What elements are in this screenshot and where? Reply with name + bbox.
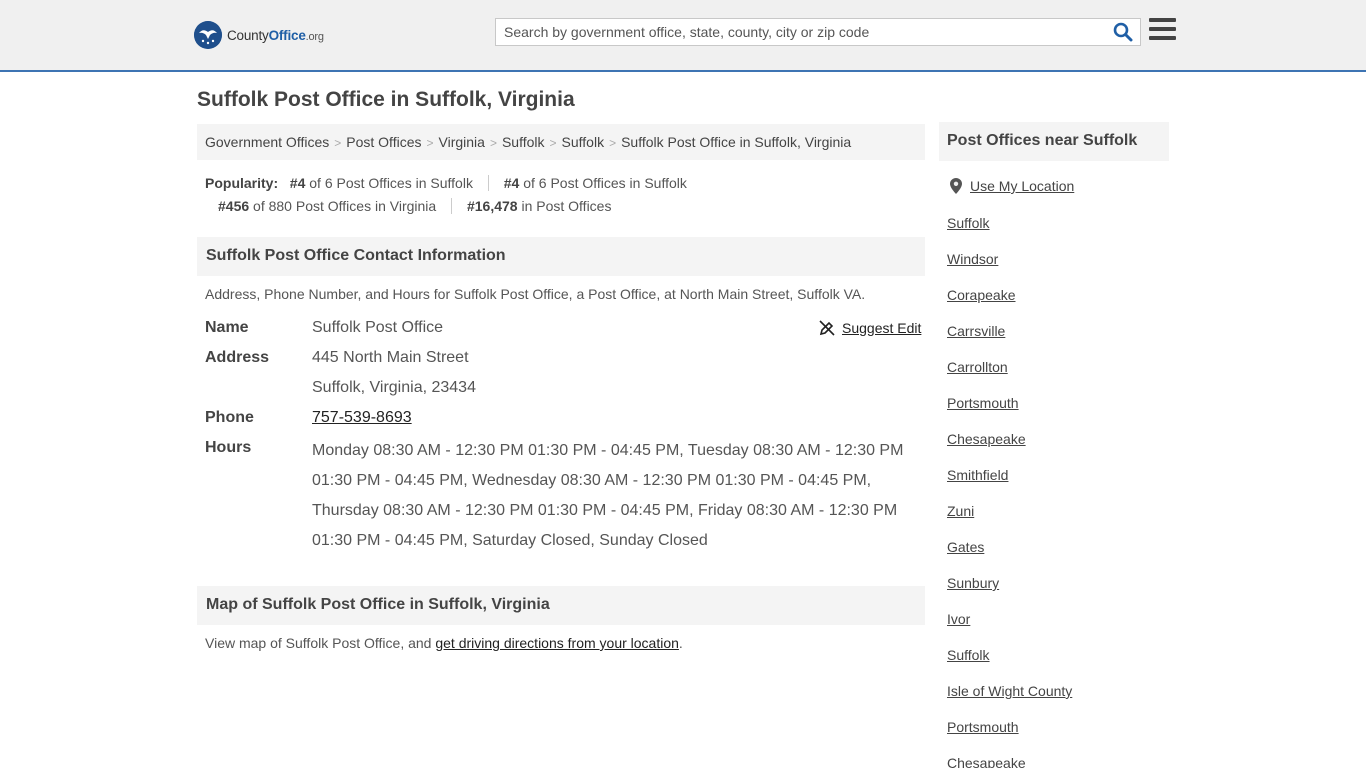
breadcrumb-post-offices[interactable]: Post Offices	[346, 134, 421, 150]
use-my-location[interactable]: Use My Location	[950, 178, 1074, 194]
nearby-link-carrsville[interactable]: Carrsville	[947, 323, 1005, 339]
popularity-label: Popularity:	[205, 175, 279, 191]
breadcrumb-suffolk-city[interactable]: Suffolk	[562, 134, 605, 150]
phone-label: Phone	[205, 409, 254, 426]
list-item: Portsmouth	[947, 392, 1072, 428]
search-box	[495, 18, 1141, 46]
list-item: Corapeake	[947, 284, 1072, 320]
logo-org: .org	[305, 30, 324, 43]
address-label: Address	[205, 349, 270, 366]
breadcrumb-government-offices[interactable]: Government Offices	[205, 134, 329, 150]
nearby-link-chesapeake-2[interactable]: Chesapeake	[947, 755, 1026, 768]
nearby-link-gates[interactable]: Gates	[947, 539, 984, 555]
breadcrumb-separator: >	[489, 136, 497, 150]
driving-directions-link[interactable]: get driving directions from your locatio…	[435, 635, 679, 651]
search-icon	[1113, 22, 1133, 42]
nearby-link-smithfield[interactable]: Smithfield	[947, 467, 1008, 483]
contact-description: Address, Phone Number, and Hours for Suf…	[205, 286, 866, 302]
logo-county: County	[227, 27, 269, 43]
logo-wordmark: CountyOffice.org	[227, 28, 324, 43]
nearby-link-carrollton[interactable]: Carrollton	[947, 359, 1008, 375]
list-item: Chesapeake	[947, 428, 1072, 464]
list-item: Ivor	[947, 608, 1072, 644]
nearby-link-ivor[interactable]: Ivor	[947, 611, 970, 627]
nearby-link-corapeake[interactable]: Corapeake	[947, 287, 1016, 303]
list-item: Portsmouth	[947, 716, 1072, 752]
name-label: Name	[205, 319, 249, 336]
list-item: Smithfield	[947, 464, 1072, 500]
phone-value: 757-539-8693	[312, 409, 412, 427]
nearby-link-suffolk[interactable]: Suffolk	[947, 215, 990, 231]
phone-link[interactable]: 757-539-8693	[312, 409, 412, 426]
contact-section-heading: Suffolk Post Office Contact Information	[197, 237, 925, 276]
popularity-text: of 880 Post Offices in Virginia	[249, 198, 437, 214]
popularity-rank: #456	[218, 198, 250, 214]
breadcrumb-virginia[interactable]: Virginia	[439, 134, 485, 150]
breadcrumb-separator: >	[609, 136, 617, 150]
nearby-link-portsmouth-2[interactable]: Portsmouth	[947, 719, 1019, 735]
map-description: View map of Suffolk Post Office, and get…	[205, 635, 683, 651]
nearby-link-windsor[interactable]: Windsor	[947, 251, 998, 267]
list-item: Suffolk	[947, 212, 1072, 248]
popularity-divider	[487, 175, 489, 191]
address-line2: Suffolk, Virginia, 23434	[312, 379, 476, 396]
map-text-after: .	[678, 635, 683, 651]
breadcrumb-separator: >	[549, 136, 557, 150]
search-button[interactable]	[1112, 22, 1134, 42]
popularity-row: #456 of 880 Post Offices in Virginia #16…	[205, 195, 925, 218]
page-title: Suffolk Post Office in Suffolk, Virginia	[197, 88, 575, 111]
nearby-post-offices-list: Suffolk Windsor Corapeake Carrsville Car…	[947, 212, 1072, 768]
nearby-link-chesapeake[interactable]: Chesapeake	[947, 431, 1026, 447]
popularity-divider	[451, 198, 453, 214]
search-input[interactable]	[496, 19, 1106, 45]
list-item: Suffolk	[947, 644, 1072, 680]
list-item: Gates	[947, 536, 1072, 572]
nearby-link-portsmouth[interactable]: Portsmouth	[947, 395, 1019, 411]
hours-label: Hours	[205, 439, 252, 456]
list-item: Zuni	[947, 500, 1072, 536]
popularity-rank: #16,478	[466, 198, 518, 214]
list-item: Carrsville	[947, 320, 1072, 356]
hours-value: Monday 08:30 AM - 12:30 PM 01:30 PM - 04…	[312, 442, 904, 549]
hamburger-menu-icon[interactable]	[1149, 18, 1176, 42]
nearby-link-sunbury[interactable]: Sunbury	[947, 575, 999, 591]
popularity-block: Popularity: #4 of 6 Post Offices in Suff…	[205, 172, 925, 218]
list-item: Isle of Wight County	[947, 680, 1072, 716]
list-item: Sunbury	[947, 572, 1072, 608]
map-section-heading: Map of Suffolk Post Office in Suffolk, V…	[197, 586, 925, 625]
nearby-link-suffolk-2[interactable]: Suffolk	[947, 647, 990, 663]
suggest-edit-icon	[819, 320, 835, 336]
suggest-edit-link[interactable]: Suggest Edit	[842, 320, 921, 336]
logo-office: Office	[268, 27, 306, 43]
nearby-link-isle-of-wight[interactable]: Isle of Wight County	[947, 683, 1072, 699]
popularity-rank: #4	[289, 175, 306, 191]
popularity-row: Popularity: #4 of 6 Post Offices in Suff…	[205, 172, 925, 195]
breadcrumb: Government Offices > Post Offices > Virginia…	[197, 124, 925, 160]
address-line1: 445 North Main Street	[312, 349, 469, 366]
list-item: Chesapeake	[947, 752, 1072, 768]
seal-logo-icon	[194, 21, 222, 49]
popularity-text: in Post Offices	[517, 198, 612, 214]
breadcrumb-separator: >	[426, 136, 434, 150]
sidebar-heading: Post Offices near Suffolk	[939, 122, 1169, 161]
suggest-edit[interactable]: Suggest Edit	[819, 320, 921, 336]
list-item: Windsor	[947, 248, 1072, 284]
breadcrumb-suffolk-county[interactable]: Suffolk	[502, 134, 545, 150]
list-item: Carrollton	[947, 356, 1072, 392]
site-header: CountyOffice.org	[0, 0, 1366, 72]
site-logo[interactable]: CountyOffice.org	[194, 21, 324, 49]
breadcrumb-separator: >	[334, 136, 342, 150]
nearby-link-zuni[interactable]: Zuni	[947, 503, 974, 519]
popularity-text: of 6 Post Offices in Suffolk	[519, 175, 687, 191]
map-text-before: View map of Suffolk Post Office, and	[205, 635, 436, 651]
breadcrumb-current[interactable]: Suffolk Post Office in Suffolk, Virginia	[621, 134, 851, 150]
name-value: Suffolk Post Office	[312, 319, 444, 336]
popularity-rank: #4	[503, 175, 520, 191]
use-my-location-link[interactable]: Use My Location	[970, 178, 1074, 194]
popularity-text: of 6 Post Offices in Suffolk	[305, 175, 473, 191]
location-pin-icon	[950, 178, 962, 194]
